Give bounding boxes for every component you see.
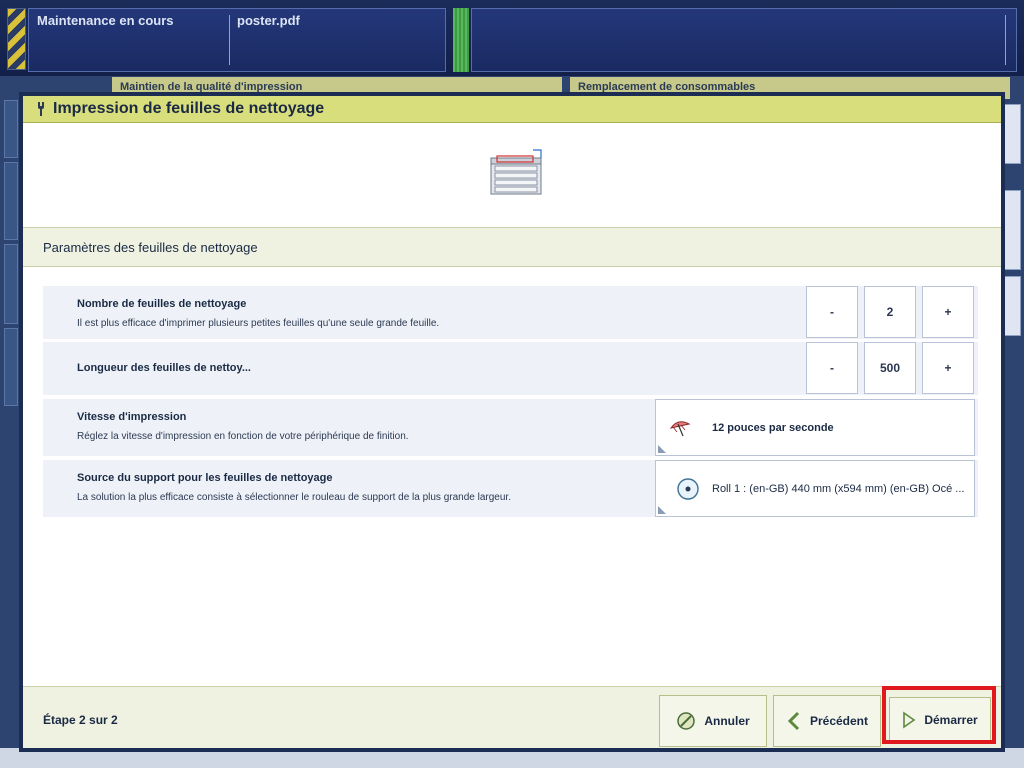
setting-description: Il est plus efficace d'imprimer plusieur… bbox=[77, 318, 440, 329]
setting-row-print-speed: Vitesse d'impression Réglez la vitesse d… bbox=[43, 399, 978, 456]
setting-label: Longueur des feuilles de nettoy... bbox=[77, 362, 251, 374]
sheet-count-increment-button[interactable]: + bbox=[922, 286, 974, 338]
step-indicator: Étape 2 sur 2 bbox=[43, 713, 118, 727]
setting-label: Source du support pour les feuilles de n… bbox=[77, 472, 333, 484]
cancel-button[interactable]: Annuler bbox=[659, 695, 767, 747]
progress-indicator bbox=[453, 8, 469, 72]
start-button-highlight bbox=[882, 686, 996, 744]
sheet-count-value[interactable]: 2 bbox=[864, 286, 916, 338]
cancel-icon bbox=[677, 712, 696, 730]
media-roll-icon bbox=[677, 478, 699, 500]
job-status-panel[interactable]: Maintenance en cours poster.pdf bbox=[28, 8, 446, 72]
section-title: Paramètres des feuilles de nettoyage bbox=[43, 240, 258, 255]
top-status-bar: Maintenance en cours poster.pdf bbox=[0, 0, 1024, 76]
media-source-value: Roll 1 : (en-GB) 440 mm (x594 mm) (en-GB… bbox=[712, 483, 965, 495]
sheet-length-increment-button[interactable]: + bbox=[922, 342, 974, 394]
setting-label: Nombre de feuilles de nettoyage bbox=[77, 298, 247, 310]
print-speed-select[interactable]: 12 pouces par seconde bbox=[655, 399, 975, 456]
status-panel-right[interactable] bbox=[471, 8, 1017, 72]
setting-row-media-source: Source du support pour les feuilles de n… bbox=[43, 460, 978, 517]
dialog-title: Impression de feuilles de nettoyage bbox=[53, 100, 325, 117]
wrench-icon bbox=[38, 102, 44, 116]
setting-description: Réglez la vitesse d'impression en foncti… bbox=[77, 431, 409, 442]
previous-button[interactable]: Précédent bbox=[773, 695, 881, 747]
job-status-text: Maintenance en cours bbox=[37, 13, 174, 28]
sheet-length-decrement-button[interactable]: - bbox=[806, 342, 858, 394]
dialog-header: Impression de feuilles de nettoyage bbox=[23, 96, 1001, 123]
setting-row-sheet-count: Nombre de feuilles de nettoyage Il est p… bbox=[43, 286, 978, 339]
setting-row-sheet-length: Longueur des feuilles de nettoy... - 500… bbox=[43, 342, 978, 395]
dialog-footer: Étape 2 sur 2 Annuler Précédent Démarrer bbox=[23, 686, 1001, 748]
cleaning-sheets-dialog: Impression de feuilles de nettoyage Para… bbox=[19, 92, 1005, 752]
print-speed-value: 12 pouces par seconde bbox=[712, 422, 834, 434]
chevron-left-icon bbox=[787, 711, 800, 731]
umbrella-speed-icon bbox=[669, 421, 691, 437]
media-source-select[interactable]: Roll 1 : (en-GB) 440 mm (x594 mm) (en-GB… bbox=[655, 460, 975, 517]
sheet-length-value[interactable]: 500 bbox=[864, 342, 916, 394]
printer-illustration-icon bbox=[490, 149, 542, 195]
setting-label: Vitesse d'impression bbox=[77, 411, 187, 423]
maintenance-stripes-icon bbox=[7, 8, 26, 70]
sheet-count-decrement-button[interactable]: - bbox=[806, 286, 858, 338]
setting-description: La solution la plus efficace consiste à … bbox=[77, 492, 511, 503]
job-file-name: poster.pdf bbox=[237, 13, 300, 28]
settings-section-header: Paramètres des feuilles de nettoyage bbox=[23, 227, 1001, 267]
